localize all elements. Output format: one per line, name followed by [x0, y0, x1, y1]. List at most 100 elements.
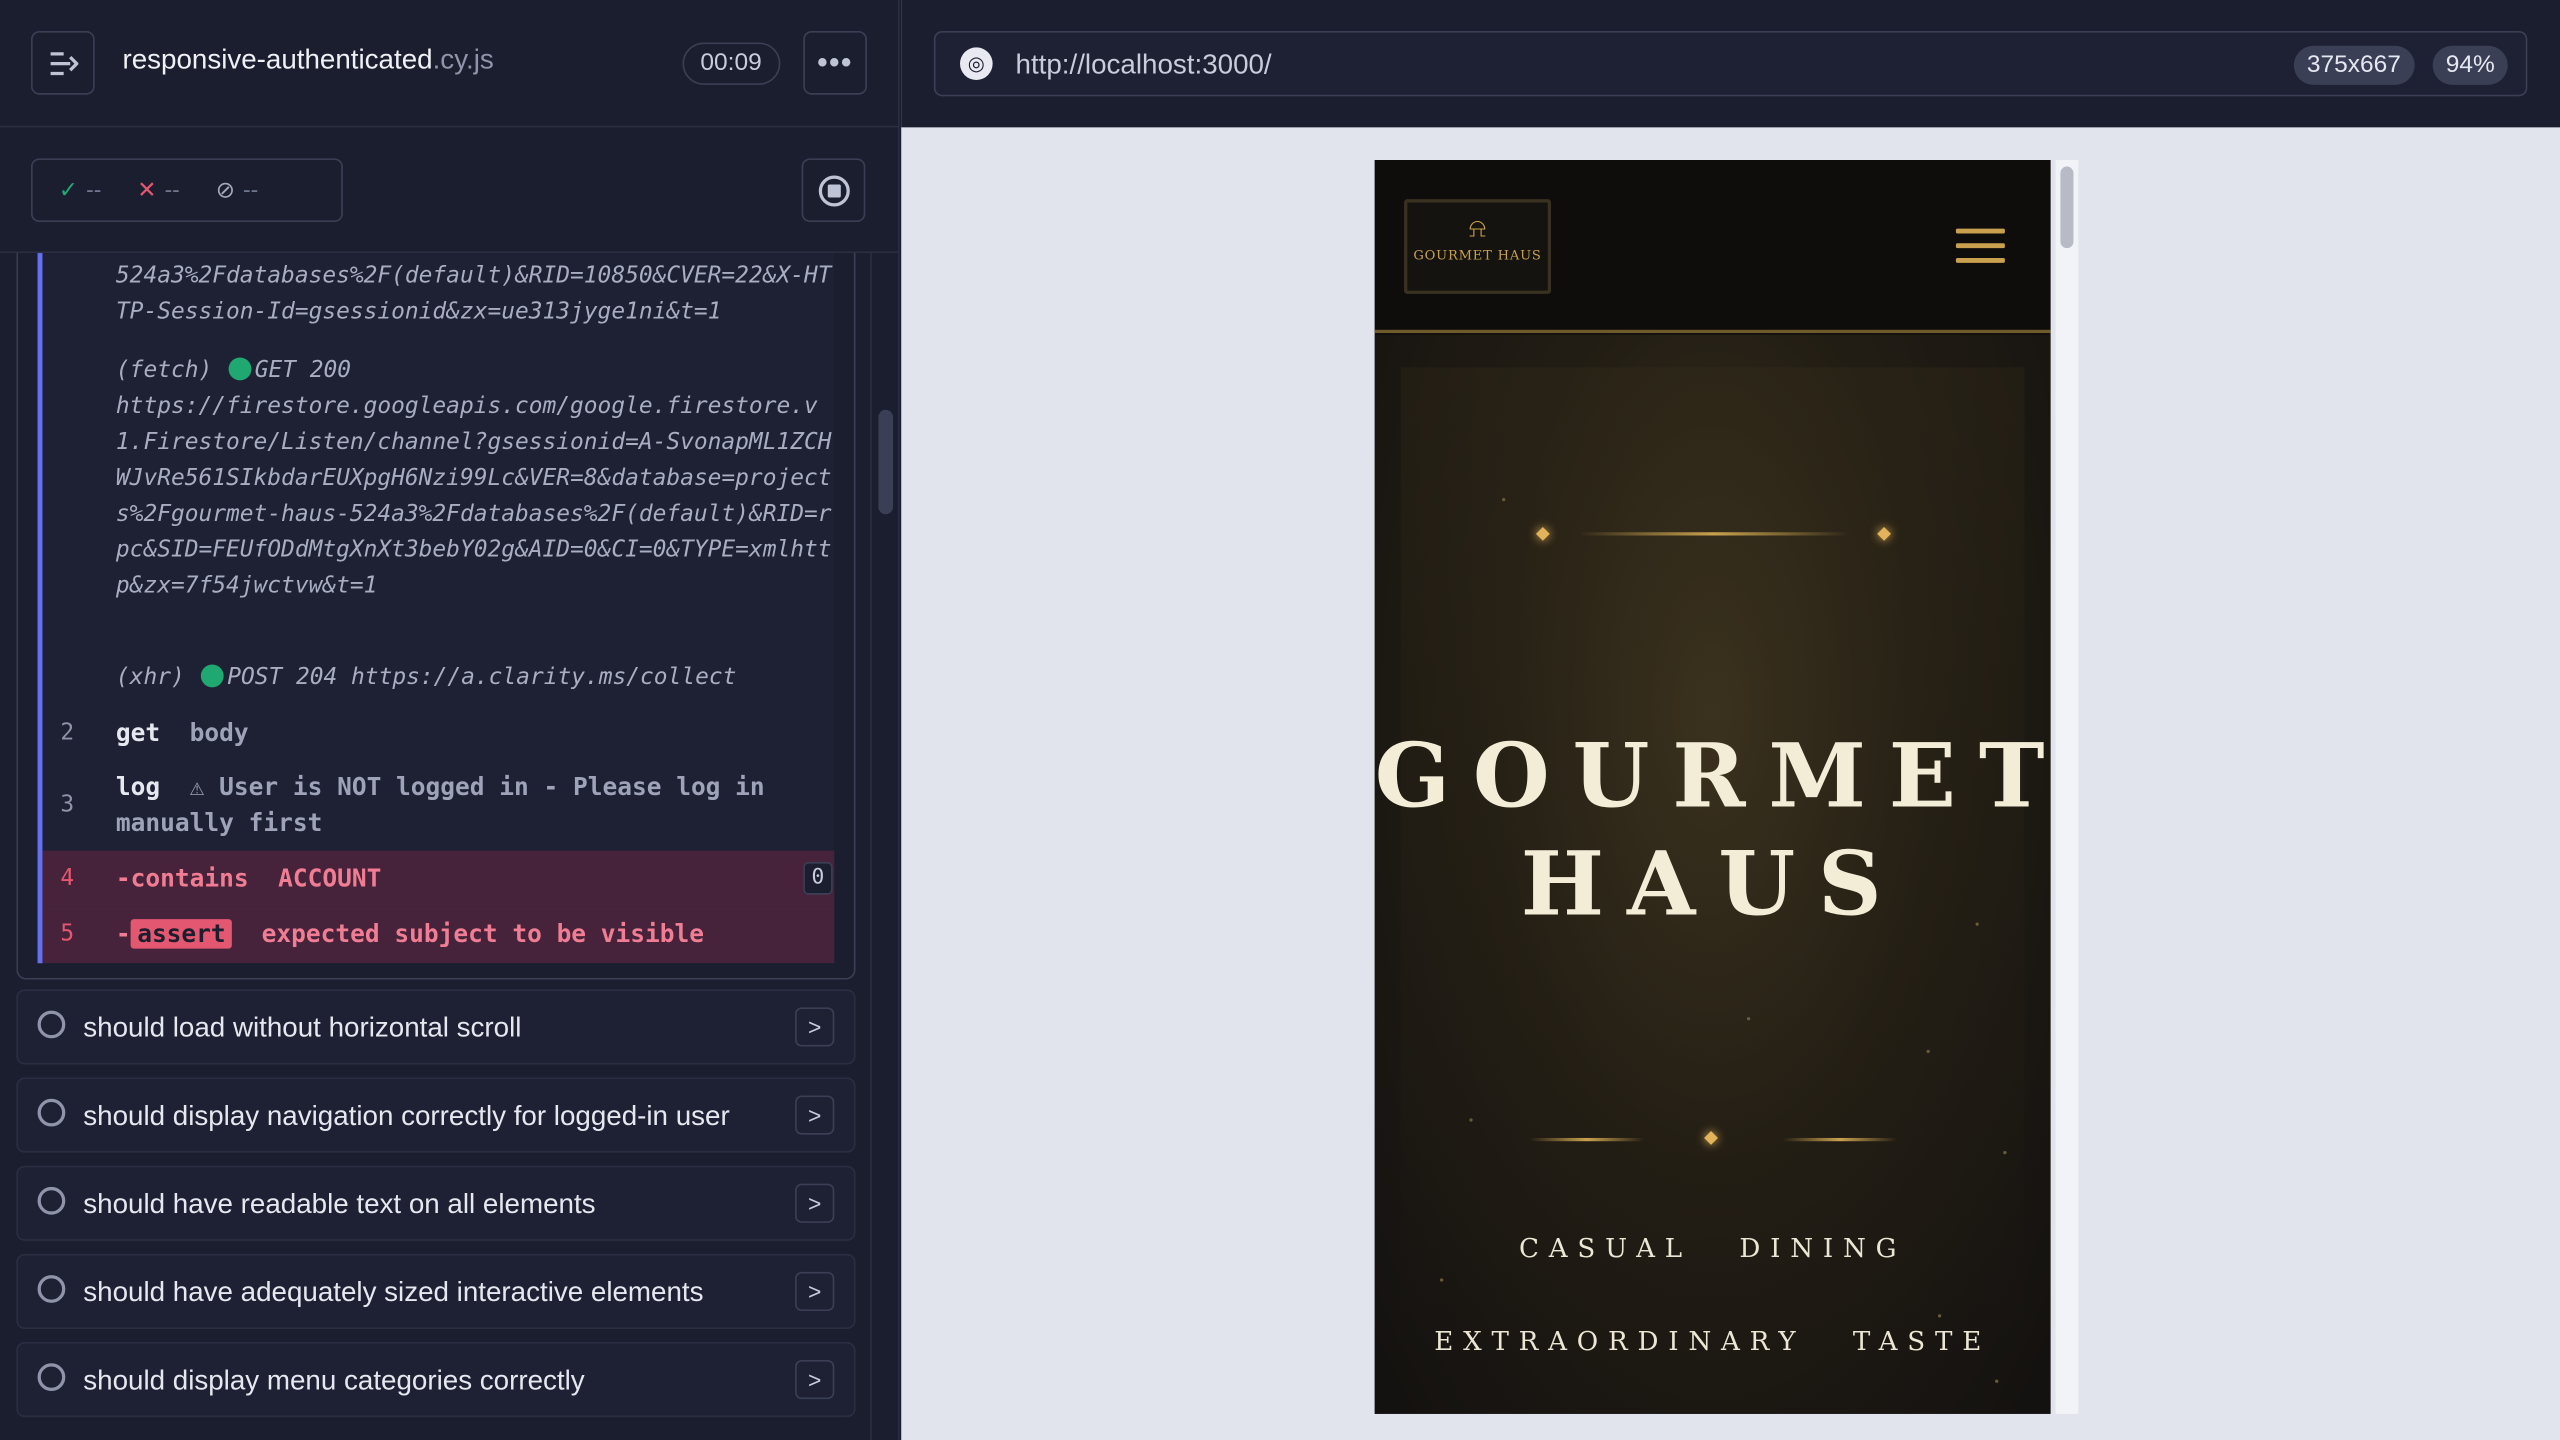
gold-divider: [1578, 532, 1849, 536]
passed-count: ✓ --: [58, 176, 102, 203]
test-item[interactable]: should have readable text on all element…: [16, 1165, 856, 1241]
run-timer: 00:09: [682, 42, 780, 85]
fetch-label: (fetch): [115, 357, 213, 384]
particle: [1502, 497, 1506, 502]
site-navbar: ⍾ GOURMET HAUS: [1374, 159, 2051, 334]
zoom-level-badge[interactable]: 94%: [2432, 45, 2508, 85]
command-message: ⚠ User is NOT logged in - Please log in …: [115, 772, 765, 838]
stop-button[interactable]: [801, 158, 866, 223]
pending-circle-icon: [37, 1363, 66, 1392]
command-row-failed[interactable]: 4 -contains ACCOUNT 0: [42, 850, 835, 907]
hero-tagline-2: EXTRAORDINARY TASTE: [1434, 1325, 1992, 1357]
test-title: should have adequately sized interactive…: [83, 1276, 704, 1308]
pending-circle-icon: [37, 1098, 66, 1127]
pending-circle-icon: [37, 1010, 66, 1039]
scrollbar-thumb[interactable]: [878, 409, 894, 515]
hero-tagline-1: CASUAL DINING: [1518, 1232, 1907, 1264]
spec-extension: .cy.js: [432, 44, 494, 76]
element-count-badge: 0: [803, 862, 833, 895]
globe-icon: ◎: [959, 47, 993, 80]
xhr-text: POST 204 https://a.clarity.ms/collect: [227, 664, 737, 691]
toggle-specs-button[interactable]: [31, 31, 95, 95]
reporter-scrollbar[interactable]: [870, 253, 898, 1440]
skip-icon: ⊘: [215, 176, 235, 203]
command-row[interactable]: 3 log ⚠ User is NOT logged in - Please l…: [42, 769, 834, 841]
test-title: should display navigation correctly for …: [83, 1100, 730, 1132]
command-row[interactable]: 2 get body: [42, 715, 834, 751]
site-logo[interactable]: ⍾ GOURMET HAUS: [1404, 199, 1552, 294]
particle: [1926, 1049, 1930, 1054]
cloche-icon: ⍾: [1468, 215, 1487, 244]
viewport-size-badge[interactable]: 375x667: [2293, 45, 2414, 85]
chevron-right-icon[interactable]: >: [795, 1271, 835, 1312]
command-message: body: [189, 718, 249, 748]
x-icon: ✕: [137, 176, 157, 203]
particle: [1469, 1118, 1473, 1122]
test-stats: ✓ -- ✕ -- ⊘ --: [31, 158, 343, 223]
command-message: expected subject to be visible: [261, 919, 705, 949]
particle: [2003, 1151, 2007, 1155]
command-name: -: [115, 919, 131, 949]
pending-circle-icon: [37, 1186, 66, 1215]
particle: [1746, 1017, 1751, 1021]
command-number: 2: [60, 719, 75, 747]
url-text[interactable]: http://localhost:3000/: [1016, 49, 1272, 82]
spec-title: responsive-authenticated.cy.js: [122, 44, 493, 77]
command-number: 3: [60, 791, 75, 818]
xhr-log-entry[interactable]: (xhr) POST 204 https://a.clarity.ms/colle…: [116, 660, 834, 696]
fetch-method: GET 200: [254, 357, 352, 384]
app-root: responsive-authenticated.cy.js 00:09 •••…: [0, 0, 2560, 1440]
command-number: 5: [60, 920, 75, 947]
failed-count: ✕ --: [137, 176, 180, 203]
particle: [1439, 1278, 1444, 1282]
app-viewport: ⍾ GOURMET HAUS GOURMET HAUS CASUAL DININ…: [1374, 159, 2051, 1414]
hero-title-line2: HAUS: [1520, 831, 1905, 936]
scrollbar-thumb[interactable]: [2060, 166, 2074, 249]
test-item[interactable]: should load without horizontal scroll >: [16, 989, 856, 1065]
spec-name: responsive-authenticated: [122, 44, 433, 76]
url-bar[interactable]: ◎ http://localhost:3000/ 375x667 94%: [933, 31, 2528, 97]
hero-title-line1: GOURMET: [1374, 723, 2051, 828]
gold-divider: [1529, 1137, 1645, 1142]
chevron-right-icon[interactable]: >: [795, 1007, 835, 1047]
command-log-body: …projects%2Fgourmet-haus-524a3%2Fdatabas…: [37, 253, 835, 964]
logo-text: GOURMET HAUS: [1413, 248, 1542, 263]
xhr-label: (xhr): [115, 664, 185, 691]
fetch-url: https://firestore.googleapis.com/google.…: [115, 393, 832, 600]
test-title: should have readable text on all element…: [83, 1188, 596, 1220]
command-row-failed[interactable]: 5 - assert expected subject to be visible: [42, 906, 835, 964]
reporter-header: responsive-authenticated.cy.js 00:09 •••: [0, 0, 898, 128]
chevron-right-icon[interactable]: >: [795, 1183, 835, 1223]
pending-circle-icon: [37, 1275, 66, 1303]
preview-header: ◎ http://localhost:3000/ 375x667 94%: [901, 0, 2560, 128]
status-ok-icon: [201, 664, 224, 688]
command-number: 4: [60, 865, 75, 892]
test-item[interactable]: should display navigation correctly for …: [16, 1077, 856, 1153]
particle: [1937, 1314, 1942, 1318]
reporter-panel: responsive-authenticated.cy.js 00:09 •••…: [0, 0, 900, 1440]
collapse-list-icon: [49, 51, 78, 75]
app-preview-panel: ◎ http://localhost:3000/ 375x667 94% ⍾ G…: [901, 0, 2560, 1440]
test-item[interactable]: should have adequately sized interactive…: [16, 1253, 856, 1329]
chevron-right-icon[interactable]: >: [795, 1359, 835, 1400]
check-icon: ✓: [58, 176, 78, 203]
more-options-button[interactable]: •••: [803, 31, 867, 95]
status-ok-icon: [228, 357, 252, 381]
chevron-right-icon[interactable]: >: [795, 1095, 835, 1135]
test-item[interactable]: should display menu categories correctly…: [16, 1342, 856, 1418]
fetch-log-entry[interactable]: (fetch) GET 200 https://firestore.googlea…: [116, 353, 834, 604]
fetch-url-tail[interactable]: …projects%2Fgourmet-haus-524a3%2Fdatabas…: [116, 253, 834, 330]
test-title: should display menu categories correctly: [83, 1364, 585, 1396]
hamburger-menu-icon[interactable]: [1955, 228, 2005, 265]
pending-count: ⊘ --: [215, 176, 259, 203]
test-title: should load without horizontal scroll: [83, 1012, 522, 1044]
stop-icon: [817, 174, 849, 206]
gold-divider: [1782, 1137, 1898, 1142]
stage: responsive-authenticated.cy.js 00:09 •••…: [0, 0, 2560, 1440]
assert-badge: assert: [130, 919, 233, 949]
viewport-scrollbar[interactable]: [2055, 159, 2079, 1414]
command-name: -contains: [115, 863, 249, 894]
particle: [1995, 1379, 1999, 1383]
command-message: ACCOUNT: [278, 863, 382, 894]
command-log: …projects%2Fgourmet-haus-524a3%2Fdatabas…: [16, 253, 856, 980]
